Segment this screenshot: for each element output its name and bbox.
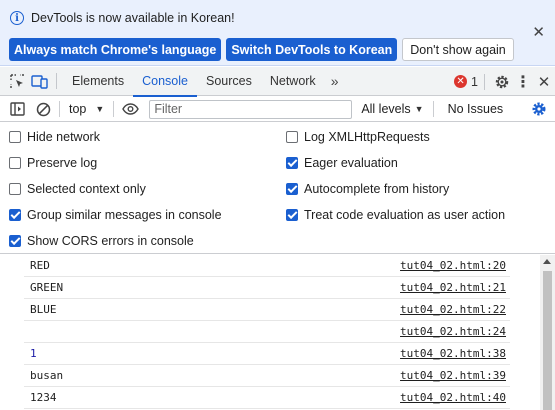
info-icon: i — [10, 11, 24, 25]
scrollbar-thumb[interactable] — [543, 271, 552, 410]
console-message-text: 1234 — [30, 391, 57, 404]
language-infobar: i DevTools is now available in Korean! ✕… — [0, 0, 555, 66]
gear-icon[interactable] — [491, 71, 513, 93]
chevron-down-icon: ▼ — [414, 104, 424, 114]
treat-eval-user-action-option[interactable]: Treat code evaluation as user action — [286, 208, 505, 222]
selected-context-only-checkbox[interactable] — [9, 183, 21, 195]
tab-divider — [56, 73, 57, 89]
console-message-text: GREEN — [30, 281, 64, 294]
selected-context-only-option[interactable]: Selected context only — [9, 182, 146, 196]
log-xhr-label: Log XMLHttpRequests — [304, 130, 430, 144]
console-message-text: RED — [30, 259, 50, 272]
log-levels-select[interactable]: All levels ▼ — [361, 102, 423, 116]
kebab-menu-icon[interactable]: ⋮ — [513, 72, 533, 92]
tab-elements[interactable]: Elements — [63, 67, 133, 96]
tab-console[interactable]: Console — [133, 67, 197, 97]
tab-network[interactable]: Network — [261, 67, 325, 96]
console-message: tut04_02.html:24 — [24, 321, 510, 343]
console-source-link[interactable]: tut04_02.html:21 — [400, 281, 510, 294]
show-cors-errors-label: Show CORS errors in console — [27, 234, 194, 248]
infobar-buttons: Always match Chrome's language Switch De… — [9, 38, 514, 61]
close-icon[interactable]: ✕ — [533, 73, 555, 91]
log-levels-value: All levels — [361, 102, 411, 116]
show-cors-errors-option[interactable]: Show CORS errors in console — [9, 234, 194, 248]
preserve-log-option[interactable]: Preserve log — [9, 156, 97, 170]
console-message-text: 1 — [30, 347, 37, 360]
eye-icon[interactable] — [117, 97, 143, 122]
group-similar-option[interactable]: Group similar messages in console — [9, 208, 222, 222]
console-message: busan tut04_02.html:39 — [24, 365, 510, 387]
settings-gear-icon[interactable] — [531, 101, 547, 120]
selected-context-only-label: Selected context only — [27, 182, 146, 196]
console-message: 1234 tut04_02.html:40 — [24, 387, 510, 409]
console-source-link[interactable]: tut04_02.html:20 — [400, 259, 510, 272]
hide-network-label: Hide network — [27, 130, 100, 144]
eager-evaluation-option[interactable]: Eager evaluation — [286, 156, 398, 170]
autocomplete-history-label: Autocomplete from history — [304, 182, 450, 196]
log-xhr-option[interactable]: Log XMLHttpRequests — [286, 130, 430, 144]
console-source-link[interactable]: tut04_02.html:24 — [400, 325, 510, 338]
group-similar-checkbox[interactable] — [9, 209, 21, 221]
preserve-log-checkbox[interactable] — [9, 157, 21, 169]
show-cors-errors-checkbox[interactable] — [9, 235, 21, 247]
context-value: top — [69, 102, 87, 116]
toolbar-divider — [113, 101, 115, 117]
console-source-link[interactable]: tut04_02.html:40 — [400, 391, 510, 404]
infobar-message: DevTools is now available in Korean! — [31, 11, 235, 25]
console-scrollbar[interactable] — [540, 255, 555, 410]
eager-evaluation-checkbox[interactable] — [286, 157, 298, 169]
scroll-up-arrow-icon[interactable] — [543, 259, 551, 264]
chevron-down-icon: ▼ — [95, 104, 105, 114]
log-xhr-checkbox[interactable] — [286, 131, 298, 143]
console-message: 1 tut04_02.html:38 — [24, 343, 510, 365]
toolbar-divider — [59, 101, 60, 117]
filter-input[interactable] — [149, 99, 353, 119]
console-settings-panel: Hide network Preserve log Selected conte… — [0, 123, 555, 254]
hide-network-checkbox[interactable] — [9, 131, 21, 143]
toolbar-divider — [432, 101, 434, 117]
autocomplete-history-checkbox[interactable] — [286, 183, 298, 195]
group-similar-label: Group similar messages in console — [27, 208, 222, 222]
console-message: GREEN tut04_02.html:21 — [24, 277, 510, 299]
autocomplete-history-option[interactable]: Autocomplete from history — [286, 182, 449, 196]
console-message: BLUE tut04_02.html:22 — [24, 299, 510, 321]
sidebar-toggle-icon[interactable] — [4, 97, 30, 122]
console-message: RED tut04_02.html:20 — [24, 255, 510, 277]
device-toggle-icon[interactable] — [28, 70, 50, 92]
clear-console-icon[interactable] — [30, 97, 56, 122]
error-icon[interactable]: ✕ — [454, 75, 468, 88]
infobar-message-row: i DevTools is now available in Korean! — [10, 11, 235, 25]
tab-divider — [484, 73, 485, 90]
always-match-language-button[interactable]: Always match Chrome's language — [9, 38, 222, 61]
context-select[interactable]: top ▼ — [63, 102, 110, 116]
preserve-log-label: Preserve log — [27, 156, 98, 170]
infobar-close-icon[interactable]: ✕ — [532, 25, 545, 40]
issues-button[interactable]: No Issues — [448, 102, 504, 116]
console-source-link[interactable]: tut04_02.html:22 — [400, 303, 510, 316]
console-message-text: busan — [30, 369, 64, 382]
inspect-element-icon[interactable] — [6, 70, 28, 92]
switch-to-korean-button[interactable]: Switch DevTools to Korean — [226, 38, 398, 61]
tab-sources[interactable]: Sources — [197, 67, 261, 96]
error-count[interactable]: 1 — [471, 75, 478, 89]
eager-evaluation-label: Eager evaluation — [304, 156, 398, 170]
hide-network-option[interactable]: Hide network — [9, 130, 100, 144]
more-tabs-icon[interactable]: » — [325, 73, 345, 89]
treat-eval-user-action-checkbox[interactable] — [286, 209, 298, 221]
console-source-link[interactable]: tut04_02.html:39 — [400, 369, 510, 382]
console-source-link[interactable]: tut04_02.html:38 — [400, 347, 510, 360]
console-message-text: BLUE — [30, 303, 57, 316]
tab-bar-right: ✕ 1 ⋮ ✕ — [454, 67, 555, 96]
treat-eval-user-action-label: Treat code evaluation as user action — [304, 208, 506, 222]
dont-show-again-button[interactable]: Don't show again — [402, 38, 514, 61]
console-log: RED tut04_02.html:20 GREEN tut04_02.html… — [0, 255, 555, 410]
console-toolbar: top ▼ All levels ▼ No Issues — [0, 97, 555, 122]
devtools-tab-bar: Elements Console Sources Network » ✕ 1 ⋮… — [0, 67, 555, 97]
